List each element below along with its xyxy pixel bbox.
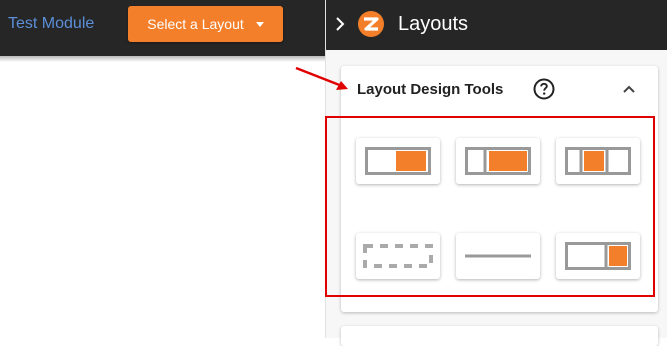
panel-header: Layouts bbox=[326, 0, 667, 50]
chevron-up-icon[interactable] bbox=[621, 81, 637, 97]
annotation-arrow-icon bbox=[295, 66, 348, 90]
highlight-box bbox=[325, 116, 655, 297]
card-title: Layout Design Tools bbox=[357, 81, 504, 98]
select-layout-button[interactable]: Select a Layout bbox=[128, 6, 283, 42]
select-layout-label: Select a Layout bbox=[147, 16, 244, 32]
editor-canvas bbox=[0, 56, 325, 338]
panel-title: Layouts bbox=[398, 13, 469, 35]
top-bar: Test Module Select a Layout bbox=[0, 0, 325, 56]
chevron-right-icon[interactable] bbox=[332, 16, 348, 32]
toolbar-shadow bbox=[0, 56, 325, 62]
brand-logo-icon bbox=[358, 11, 384, 37]
help-icon[interactable] bbox=[533, 78, 555, 100]
module-link[interactable]: Test Module bbox=[8, 15, 94, 33]
next-card bbox=[341, 326, 658, 346]
caret-down-icon bbox=[255, 21, 264, 27]
